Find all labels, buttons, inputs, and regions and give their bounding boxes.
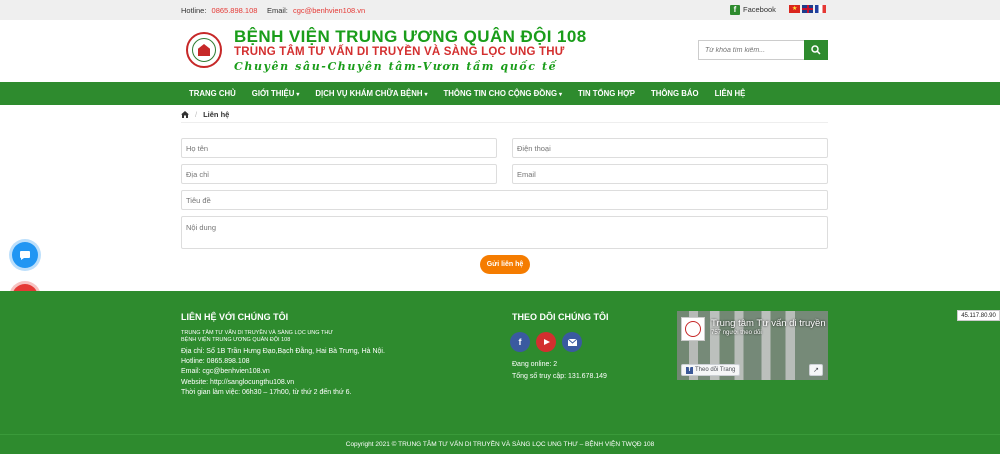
footer-hours: Thời gian làm việc: 06h30 – 17h00, từ th… (181, 389, 352, 396)
fb-follow-button[interactable]: f Theo dõi Trang (681, 364, 741, 376)
nav-item-about[interactable]: GIỚI THIỆU ▾ (244, 82, 308, 105)
chevron-down-icon: ▾ (559, 92, 563, 98)
content-field[interactable] (181, 216, 828, 249)
facebook-page-widget[interactable]: Trung tâm Tư vấn di truyền 757 người the… (677, 311, 828, 380)
hotline: Hotline: 0865.898.108 (181, 6, 257, 15)
subject-field[interactable] (181, 190, 828, 210)
nav-item-news[interactable]: TIN TỔNG HỢP (570, 82, 643, 105)
online-count: Đang online: 2 (512, 361, 558, 368)
fb-followers: 757 người theo dõi (711, 330, 762, 336)
facebook-icon: f (518, 337, 522, 347)
search-button[interactable] (804, 40, 828, 60)
phone-field[interactable] (512, 138, 828, 158)
nav-label: GIỚI THIỆU (251, 89, 295, 98)
footer-org-line2: BỆNH VIỆN TRUNG ƯƠNG QUÂN ĐỘI 108 (181, 337, 291, 343)
email-social-button[interactable] (562, 332, 582, 352)
footer-website[interactable]: Website: http://sanglocungthu108.vn (181, 379, 294, 386)
email-label: Email: (267, 6, 288, 15)
nav-item-announcements[interactable]: THÔNG BÁO (643, 82, 707, 105)
chevron-down-icon: ▾ (424, 92, 428, 98)
nav-item-services[interactable]: DỊCH VỤ KHÁM CHỮA BỆNH ▾ (307, 82, 435, 105)
search-form (698, 40, 828, 60)
facebook-link[interactable]: f Facebook (730, 4, 776, 15)
address-field[interactable] (181, 164, 497, 184)
ip-badge: 45.117.80.90 (957, 310, 1000, 321)
breadcrumb-divider (181, 122, 828, 123)
facebook-icon: f (686, 366, 693, 374)
nav-item-community[interactable]: THÔNG TIN CHO CỘNG ĐỒNG ▾ (436, 82, 571, 105)
copyright-text: Copyright 2021 © TRUNG TÂM TƯ VẤN DI TRU… (345, 441, 655, 448)
main-nav: TRANG CHỦ GIỚI THIỆU ▾ DỊCH VỤ KHÁM CHỮA … (0, 82, 1000, 105)
chat-float-button[interactable] (12, 242, 38, 268)
vietnamese-flag-icon[interactable] (789, 5, 800, 13)
site-footer (0, 291, 1000, 434)
footer-hotline: Hotline: 0865.898.108 (181, 358, 250, 365)
nav-label: TRANG CHỦ (189, 89, 236, 98)
site-title: BỆNH VIỆN TRUNG ƯƠNG QUÂN ĐỘI 108 (234, 27, 587, 46)
email-field[interactable] (512, 164, 828, 184)
footer-org-line1: TRUNG TÂM TƯ VẤN DI TRUYỀN VÀ SÀNG LỌC U… (181, 330, 334, 336)
footer-contact-heading: LIÊN HỆ VỚI CHÚNG TÔI (181, 312, 289, 322)
footer-address: Địa chỉ: Số 1B Trần Hưng Đạo,Bạch Đằng, … (181, 348, 385, 355)
nav-label: LIÊN HỆ (714, 89, 746, 98)
home-icon[interactable] (181, 111, 189, 118)
copyright-bar: Copyright 2021 © TRUNG TÂM TƯ VẤN DI TRU… (0, 434, 1000, 454)
youtube-social-button[interactable] (536, 332, 556, 352)
total-visits: Tổng số truy cập: 131.678.149 (512, 373, 607, 380)
facebook-icon: f (730, 4, 740, 15)
page-avatar (681, 317, 705, 341)
breadcrumb: / Liên hệ (181, 110, 229, 119)
search-input[interactable] (698, 40, 804, 60)
hotline-link[interactable]: 0865.898.108 (212, 6, 258, 15)
fb-follow-label: Theo dõi Trang (695, 367, 736, 373)
footer-follow-heading: THEO DÕI CHÚNG TÔI (512, 312, 609, 322)
nav-label: TIN TỔNG HỢP (578, 89, 635, 98)
nav-label: THÔNG TIN CHO CỘNG ĐỒNG (443, 89, 558, 98)
english-flag-icon[interactable] (802, 5, 813, 13)
submit-contact-button[interactable]: Gửi liên hệ (480, 255, 530, 274)
facebook-social-button[interactable]: f (510, 332, 530, 352)
youtube-icon (543, 339, 550, 345)
fb-page-name[interactable]: Trung tâm Tư vấn di truyền (711, 318, 826, 329)
top-bar: Hotline: 0865.898.108 Email: cgc@benhvie… (0, 0, 1000, 20)
site-subtitle: TRUNG TÂM TƯ VẤN DI TRUYỀN VÀ SÀNG LỌC U… (234, 46, 565, 58)
logo-emblem (198, 44, 210, 56)
nav-label: THÔNG BÁO (650, 89, 699, 98)
facebook-label: Facebook (743, 5, 776, 14)
search-icon (811, 45, 821, 55)
name-field[interactable] (181, 138, 497, 158)
chat-icon (20, 251, 30, 260)
nav-item-contact[interactable]: LIÊN HỆ (707, 82, 754, 105)
email-link[interactable]: cgc@benhvien108.vn (293, 6, 365, 15)
email: Email: cgc@benhvien108.vn (267, 6, 365, 15)
french-flag-icon[interactable] (815, 5, 826, 13)
hospital-logo[interactable] (186, 32, 222, 68)
chevron-down-icon: ▾ (296, 92, 300, 98)
envelope-icon (567, 338, 577, 346)
hotline-label: Hotline: (181, 6, 207, 15)
breadcrumb-current: Liên hệ (203, 110, 230, 119)
nav-item-home[interactable]: TRANG CHỦ (181, 82, 244, 105)
site-motto: Chuyên sâu-Chuyên tâm-Vươn tầm quốc tế (234, 60, 558, 73)
breadcrumb-separator: / (195, 110, 198, 119)
nav-label: DỊCH VỤ KHÁM CHỮA BỆNH (315, 89, 423, 98)
avatar-ring (685, 321, 701, 337)
share-icon: ↗ (813, 367, 819, 374)
footer-email: Email: cgc@benhvien108.vn (181, 368, 270, 375)
logo-ring (192, 38, 216, 62)
fb-share-button[interactable]: ↗ (809, 364, 823, 376)
